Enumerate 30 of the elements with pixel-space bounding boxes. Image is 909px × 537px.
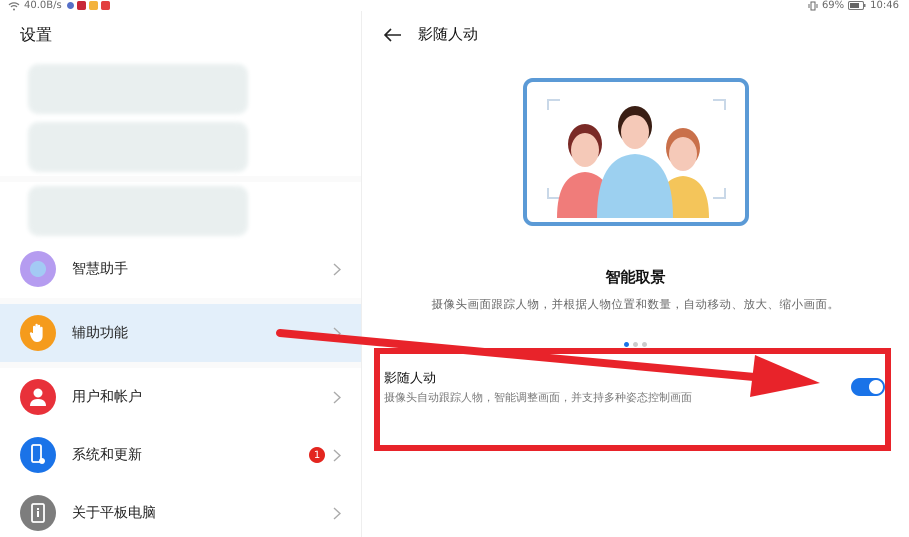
person-icon <box>29 387 47 407</box>
tablet-info-icon <box>31 503 45 523</box>
settings-label: 关于平板电脑 <box>72 504 157 522</box>
chevron-right-icon <box>333 390 341 404</box>
page-title: 影随人动 <box>418 25 478 44</box>
battery-icon <box>848 1 866 10</box>
back-arrow-icon[interactable] <box>384 28 402 42</box>
settings-label: 辅助功能 <box>72 324 129 342</box>
chevron-right-icon <box>333 262 341 276</box>
settings-label: 用户和帐户 <box>72 388 143 406</box>
network-speed: 40.0B/s <box>24 0 62 11</box>
tablet-gear-icon <box>30 444 46 466</box>
settings-title: 设置 <box>0 11 361 60</box>
app-notification-icons <box>66 1 110 10</box>
chevron-right-icon <box>333 448 341 462</box>
settings-label: 系统和更新 <box>72 446 143 464</box>
feature-title: 智能取景 <box>606 268 666 287</box>
notification-badge: 1 <box>309 447 325 463</box>
setting-description: 摄像头自动跟踪人物，智能调整画面，并支持多种姿态控制画面 <box>384 390 693 405</box>
battery-percent: 69% <box>822 0 844 11</box>
feature-description: 摄像头画面跟踪人物，并根据人物位置和数量，自动移动、放大、缩小画面。 <box>432 297 840 312</box>
clock-time: 10:46 <box>870 0 899 11</box>
settings-label: 智慧助手 <box>72 260 129 278</box>
settings-item[interactable]: 辅助功能 <box>0 304 361 362</box>
orb-icon <box>28 259 48 279</box>
setting-label: 影随人动 <box>384 370 437 387</box>
chevron-right-icon <box>333 506 341 520</box>
wifi-icon <box>8 0 20 10</box>
vibrate-icon <box>808 0 818 10</box>
toggle-switch[interactable] <box>851 378 885 396</box>
